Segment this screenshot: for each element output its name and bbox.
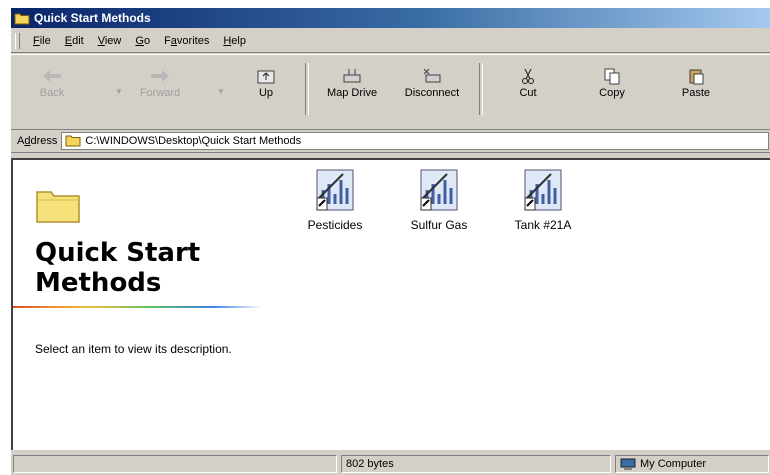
disconnect-drive-icon (423, 68, 441, 83)
menu-edit[interactable]: Edit (58, 35, 91, 47)
title-bar[interactable]: Quick Start Methods (11, 8, 770, 28)
menu-view[interactable]: View (91, 35, 129, 47)
back-dropdown-icon[interactable]: ▼ (115, 87, 123, 96)
status-zone: My Computer (615, 455, 769, 473)
status-panel-main (13, 455, 337, 473)
forward-button[interactable]: Forward (131, 61, 189, 117)
folder-title: Quick Start Methods (35, 238, 201, 298)
paste-clipboard-icon (689, 69, 704, 85)
file-name: Sulfur Gas (410, 218, 468, 232)
folder-icon (14, 13, 30, 25)
copy-button[interactable]: Copy (583, 61, 641, 117)
file-name: Pesticides (307, 218, 363, 232)
title-divider (13, 306, 263, 308)
menu-go[interactable]: Go (128, 35, 157, 47)
address-input[interactable]: C:\WINDOWS\Desktop\Quick Start Methods (61, 132, 769, 150)
forward-dropdown-icon[interactable]: ▼ (217, 87, 225, 96)
folder-icon (36, 191, 80, 223)
address-path: C:\WINDOWS\Desktop\Quick Start Methods (85, 135, 302, 147)
method-file-icon (420, 169, 458, 211)
method-file-icon (524, 169, 562, 211)
menu-file[interactable]: File (26, 35, 58, 47)
folder-icon (65, 135, 81, 147)
window-title: Quick Start Methods (34, 11, 151, 25)
menu-help[interactable]: Help (216, 35, 253, 47)
folder-description: Select an item to view its description. (35, 342, 232, 356)
file-name: Tank #21A (514, 218, 572, 232)
up-folder-icon (257, 70, 275, 84)
disconnect-button[interactable]: Disconnect (397, 61, 467, 117)
folder-view[interactable]: Quick Start Methods Select an item to vi… (11, 158, 770, 450)
address-label: Address (17, 135, 58, 147)
paste-button[interactable]: Paste (667, 61, 725, 117)
menu-grip[interactable] (15, 33, 20, 49)
explorer-window: Quick Start Methods File Edit View Go Fa… (10, 8, 770, 475)
toolbar-separator (305, 63, 309, 115)
copy-icon (604, 68, 620, 85)
web-view-pane: Quick Start Methods Select an item to vi… (13, 160, 265, 450)
back-arrow-icon (43, 70, 61, 82)
map-drive-icon (343, 69, 361, 83)
file-item[interactable]: Tank #21A (495, 168, 591, 232)
menu-bar: File Edit View Go Favorites Help (11, 30, 770, 53)
computer-icon (620, 458, 636, 470)
standard-toolbar: Back ▼ Forward ▼ Up Map Drive Disconnect… (11, 54, 770, 130)
toolbar-separator (479, 63, 483, 115)
scissors-icon (522, 68, 534, 84)
map-drive-button[interactable]: Map Drive (319, 61, 385, 117)
cut-button[interactable]: Cut (499, 61, 557, 117)
menu-favorites[interactable]: Favorites (157, 35, 216, 47)
status-size: 802 bytes (341, 455, 611, 473)
address-bar: Address C:\WINDOWS\Desktop\Quick Start M… (11, 130, 770, 153)
file-item[interactable]: Pesticides (287, 168, 383, 232)
status-bar: 802 bytes My Computer (11, 452, 770, 475)
up-button[interactable]: Up (237, 61, 295, 117)
file-item[interactable]: Sulfur Gas (391, 168, 487, 232)
back-button[interactable]: Back (23, 61, 81, 117)
method-file-icon (316, 169, 354, 211)
forward-arrow-icon (151, 70, 169, 82)
